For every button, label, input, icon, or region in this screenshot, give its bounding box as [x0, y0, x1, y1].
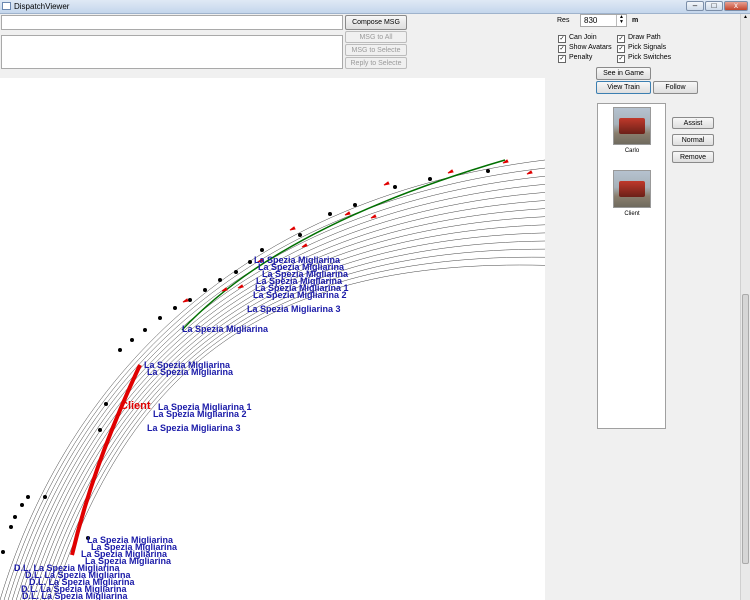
- station-label: La Spezia Migliarina 3: [147, 423, 241, 433]
- reply-to-selected-button[interactable]: Reply to Selecte: [345, 57, 407, 69]
- can-join-checkbox[interactable]: ✓ Can Join: [558, 33, 597, 43]
- maximize-button[interactable]: □: [705, 1, 723, 11]
- station-label: La Spezia Migliarina: [147, 367, 234, 377]
- switch-dot: [9, 525, 13, 529]
- msg-to-selected-button[interactable]: MSG to Selecte: [345, 44, 407, 56]
- switch-dot: [328, 212, 332, 216]
- station-label: La Spezia Migliarina 3: [247, 304, 341, 314]
- follow-button[interactable]: Follow: [653, 81, 698, 94]
- checkbox-check-icon: ✓: [617, 45, 625, 53]
- switch-dot: [188, 298, 192, 302]
- switch-dot: [13, 515, 17, 519]
- normal-button[interactable]: Normal: [672, 134, 714, 146]
- signal-marker: [182, 298, 189, 303]
- switch-dot: [43, 495, 47, 499]
- train-label[interactable]: Client: [120, 400, 151, 412]
- avatar-list[interactable]: Carlo Client: [597, 103, 666, 429]
- switch-dot: [118, 348, 122, 352]
- switch-dot: [20, 503, 24, 507]
- switch-dot: [393, 185, 397, 189]
- penalty-checkbox[interactable]: ✓ Penalty: [558, 53, 592, 63]
- resolution-unit: m: [632, 17, 639, 24]
- resolution-stepper[interactable]: 830 ▲ ▼: [580, 14, 627, 27]
- signal-marker: [383, 181, 390, 186]
- dispatch-map[interactable]: La Spezia Migliarina La Spezia Migliarina…: [0, 78, 545, 600]
- switch-dot: [486, 169, 490, 173]
- switch-dot: [428, 177, 432, 181]
- switch-dot: [143, 328, 147, 332]
- vertical-scrollbar[interactable]: ▲: [740, 14, 750, 600]
- pick-signals-checkbox[interactable]: ✓ Pick Signals: [617, 43, 666, 53]
- view-train-button[interactable]: View Train: [596, 81, 651, 94]
- stepper-arrows-icon[interactable]: ▲ ▼: [616, 15, 626, 26]
- message-text-area[interactable]: [1, 35, 343, 69]
- avatar-name: Client: [624, 211, 640, 217]
- checkbox-check-icon: ✓: [558, 55, 566, 63]
- switch-dot: [353, 203, 357, 207]
- window-title: DispatchViewer: [14, 2, 70, 11]
- switch-dot: [298, 233, 302, 237]
- train-body: [70, 364, 142, 556]
- show-avatars-checkbox[interactable]: ✓ Show Avatars: [558, 43, 612, 53]
- signal-marker: [301, 243, 308, 248]
- avatar-client[interactable]: Client: [602, 170, 662, 217]
- station-label: D.L. La Spezia Migliarina: [22, 591, 129, 600]
- app-icon: [2, 2, 11, 10]
- message-recipient-field[interactable]: [1, 15, 343, 30]
- track-line: [3, 167, 545, 600]
- title-bar: DispatchViewer – □ x: [0, 0, 750, 14]
- checkbox-check-icon: ✓: [558, 35, 566, 43]
- switch-dot: [173, 306, 177, 310]
- switch-dot: [26, 495, 30, 499]
- assist-button[interactable]: Assist: [672, 117, 714, 129]
- msg-to-all-button[interactable]: MSG to All: [345, 31, 407, 43]
- scroll-thumb[interactable]: [742, 294, 749, 564]
- switch-dot: [260, 248, 264, 252]
- signal-marker: [526, 170, 533, 175]
- switch-dot: [158, 316, 162, 320]
- track-line: [0, 159, 545, 600]
- switch-dot: [104, 402, 108, 406]
- draw-path-checkbox[interactable]: ✓ Draw Path: [617, 33, 661, 43]
- signal-marker: [370, 214, 377, 219]
- compose-msg-button[interactable]: Compose MSG: [345, 15, 407, 30]
- switch-dot: [203, 288, 207, 292]
- station-label: La Spezia Migliarina 2: [153, 409, 247, 419]
- checkbox-check-icon: ✓: [617, 35, 625, 43]
- scroll-up-icon[interactable]: ▲: [742, 14, 749, 22]
- signal-marker: [237, 284, 244, 289]
- train-avatar-image: [613, 107, 651, 145]
- remove-button[interactable]: Remove: [672, 151, 714, 163]
- switch-dot: [98, 428, 102, 432]
- track-map-svg[interactable]: La Spezia Migliarina La Spezia Migliarina…: [0, 78, 545, 600]
- pick-switches-checkbox[interactable]: ✓ Pick Switches: [617, 53, 671, 63]
- signal-marker: [447, 169, 454, 174]
- switch-dot: [234, 270, 238, 274]
- signal-marker: [289, 226, 296, 231]
- switch-dot: [130, 338, 134, 342]
- station-label: La Spezia Migliarina 2: [253, 290, 347, 300]
- signal-marker: [344, 211, 351, 216]
- close-button[interactable]: x: [724, 1, 748, 11]
- minimize-button[interactable]: –: [686, 1, 704, 11]
- station-label: La Spezia Migliarina: [182, 324, 269, 334]
- avatar-name: Carlo: [624, 148, 640, 154]
- switch-dot: [248, 260, 252, 264]
- switch-dot: [1, 550, 5, 554]
- train-avatar-image: [613, 170, 651, 208]
- see-in-game-button[interactable]: See in Game: [596, 67, 651, 80]
- checkbox-check-icon: ✓: [558, 45, 566, 53]
- checkbox-check-icon: ✓: [617, 55, 625, 63]
- resolution-label: Res: [557, 17, 570, 24]
- switch-dot: [218, 278, 222, 282]
- resolution-value: 830: [584, 16, 598, 25]
- signal-marker: [221, 287, 228, 292]
- avatar-carlo[interactable]: Carlo: [602, 107, 662, 154]
